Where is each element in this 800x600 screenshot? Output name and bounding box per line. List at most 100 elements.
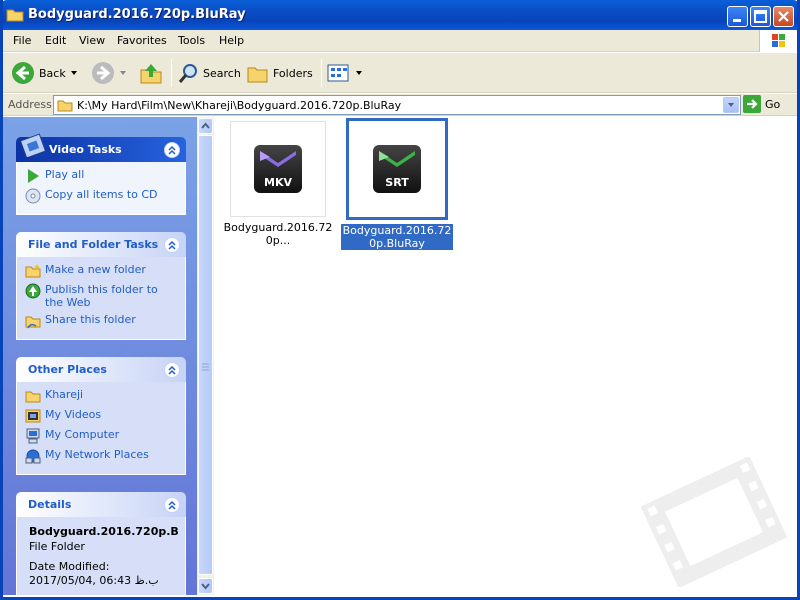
task-pane: Video Tasks Play all Copy all items to C… (3, 117, 197, 595)
windows-logo (759, 30, 797, 52)
forward-arrow-icon (92, 62, 114, 84)
file-thumbnail-selected[interactable]: SRT (346, 118, 448, 220)
other-places-panel: Other Places Khareji My Videos My Comput… (16, 357, 186, 475)
menu-tools[interactable]: Tools (178, 34, 205, 47)
srt-icon-label: SRT (385, 176, 409, 189)
new-folder-link[interactable]: Make a new folder (25, 263, 177, 279)
chevron-up-icon (168, 365, 176, 375)
chevron-down-icon (201, 583, 210, 590)
globe-icon (25, 283, 41, 299)
close-button[interactable] (773, 6, 794, 27)
khareji-link[interactable]: Khareji (25, 388, 177, 404)
video-tasks-title: Video Tasks (49, 143, 122, 156)
file-name[interactable]: Bodyguard.2016.720p... (222, 221, 334, 247)
folders-icon (247, 67, 268, 83)
search-icon (178, 64, 197, 83)
details-body: Bodyguard.2016.720p.BluRay File Folder D… (16, 517, 186, 595)
play-all-link[interactable]: Play all (25, 168, 177, 184)
address-input[interactable]: K:\My Hard\Film\New\Khareji\Bodyguard.20… (53, 95, 741, 115)
scroll-down-button[interactable] (198, 578, 213, 594)
chevron-down-icon (728, 103, 734, 107)
file-folder-tasks-title: File and Folder Tasks (28, 238, 159, 251)
my-network-places-label: My Network Places (45, 448, 149, 461)
up-folder-button[interactable] (139, 59, 163, 87)
go-button[interactable]: Go (743, 95, 780, 113)
search-button[interactable]: Search (177, 59, 241, 87)
khareji-label: Khareji (45, 388, 84, 401)
folder-icon (25, 391, 41, 403)
chevron-down-icon (120, 71, 126, 75)
minimize-icon (733, 19, 741, 22)
windows-flag-icon (772, 34, 785, 47)
film-watermark-icon (640, 457, 788, 587)
address-label: Address (8, 98, 52, 111)
details-item-name: Bodyguard.2016.720p.BluRay (29, 525, 179, 538)
cd-icon (25, 188, 41, 204)
toolbar: Back Search Folders (3, 53, 797, 93)
forward-button[interactable] (91, 59, 127, 87)
menu-favorites[interactable]: Favorites (117, 34, 167, 47)
file-folder-tasks-panel: File and Folder Tasks Make a new folder … (16, 232, 186, 340)
menu-file[interactable]: File (13, 34, 31, 47)
file-folder-tasks-header[interactable]: File and Folder Tasks (16, 232, 186, 257)
grip-icon (202, 363, 209, 371)
my-network-places-link[interactable]: My Network Places (25, 448, 177, 464)
my-computer-label: My Computer (45, 428, 120, 441)
up-folder-icon (140, 64, 162, 84)
file-item-mkv[interactable]: MKV Bodyguard.2016.720p... (222, 121, 334, 247)
my-computer-link[interactable]: My Computer (25, 428, 177, 444)
share-folder-link[interactable]: Share this folder (25, 313, 177, 329)
share-folder-label: Share this folder (45, 313, 136, 326)
mkv-logo-icon (260, 151, 296, 167)
collapse-button[interactable] (164, 142, 180, 158)
other-places-header[interactable]: Other Places (16, 357, 186, 382)
play-all-label: Play all (45, 168, 85, 181)
collapse-button[interactable] (164, 497, 180, 513)
file-name-selected[interactable]: Bodyguard.2016.720p.BluRay (341, 224, 453, 250)
address-bar: Address K:\My Hard\Film\New\Khareji\Body… (3, 94, 797, 116)
chevron-up-icon (201, 122, 210, 129)
chevron-up-icon (168, 240, 176, 250)
maximize-button[interactable] (750, 6, 771, 27)
menu-view[interactable]: View (79, 34, 105, 47)
address-dropdown-button[interactable] (723, 97, 739, 113)
film-folder-icon (25, 409, 41, 423)
back-button[interactable]: Back (11, 59, 78, 87)
video-tasks-header[interactable]: Video Tasks (16, 133, 186, 162)
file-item-srt[interactable]: SRT Bodyguard.2016.720p.BluRay (341, 118, 453, 250)
minimize-button[interactable] (727, 6, 748, 27)
menu-help[interactable]: Help (219, 34, 244, 47)
mkv-icon-label: MKV (264, 176, 292, 189)
chevron-up-icon (168, 500, 176, 510)
my-videos-label: My Videos (45, 408, 102, 421)
collapse-button[interactable] (164, 362, 180, 378)
views-icon (327, 64, 349, 82)
folders-button[interactable]: Folders (247, 59, 313, 87)
scroll-thumb[interactable] (198, 135, 213, 575)
chevron-down-icon (356, 71, 362, 75)
publish-web-label: Publish this folder to the Web (45, 283, 158, 309)
scroll-up-button[interactable] (198, 118, 213, 134)
folder-icon (6, 9, 24, 22)
file-thumbnail[interactable]: MKV (230, 121, 326, 217)
computer-icon (26, 428, 40, 444)
copy-to-cd-link[interactable]: Copy all items to CD (25, 188, 177, 204)
menu-bar: File Edit View Favorites Tools Help (3, 30, 797, 52)
file-view[interactable]: MKV Bodyguard.2016.720p... SRT Bodyguard… (214, 117, 797, 595)
collapse-button[interactable] (164, 237, 180, 253)
my-videos-link[interactable]: My Videos (25, 408, 177, 424)
details-header[interactable]: Details (16, 492, 186, 517)
folders-label: Folders (273, 66, 313, 80)
srt-file-icon: SRT (373, 145, 421, 193)
srt-logo-icon (379, 151, 415, 167)
details-item-type: File Folder (29, 540, 85, 553)
go-label: Go (765, 97, 781, 111)
video-tasks-body: Play all Copy all items to CD (16, 162, 186, 215)
mkv-file-icon: MKV (254, 145, 302, 193)
publish-web-link[interactable]: Publish this folder to the Web (25, 283, 177, 309)
menu-edit[interactable]: Edit (45, 34, 66, 47)
vertical-scrollbar[interactable] (197, 117, 214, 595)
title-bar: Bodyguard.2016.720p.BluRay (0, 0, 800, 30)
views-button[interactable] (327, 59, 363, 87)
close-icon (778, 11, 789, 22)
